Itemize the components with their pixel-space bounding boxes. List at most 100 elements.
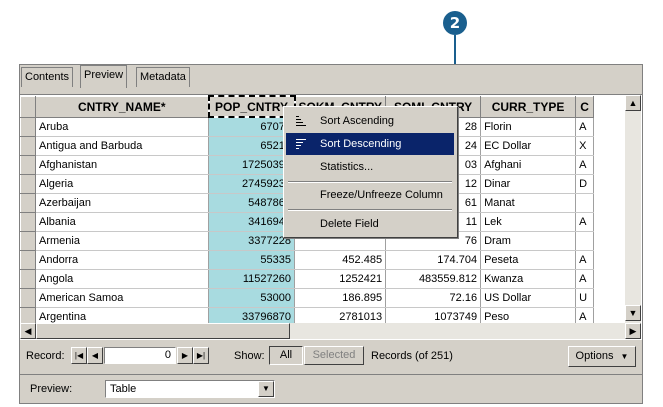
- horizontal-scrollbar[interactable]: ◀ ▶: [20, 323, 641, 339]
- record-label: Record:: [26, 350, 65, 362]
- row-selector[interactable]: [20, 174, 36, 194]
- cell-cntry-name[interactable]: American Samoa: [35, 288, 209, 308]
- cell-c[interactable]: [575, 231, 595, 251]
- cell-pop-cntry[interactable]: 53000: [208, 288, 295, 308]
- chevron-down-icon: ▼: [620, 352, 629, 361]
- column-header-pop-cntry[interactable]: POP_CNTRY: [207, 95, 296, 118]
- preview-select-value: Table: [110, 383, 137, 395]
- next-record-button[interactable]: ▶: [177, 347, 193, 364]
- cell-cntry-name[interactable]: Antigua and Barbuda: [35, 136, 209, 156]
- options-button[interactable]: Options ▼: [568, 346, 636, 367]
- cell-c[interactable]: U: [575, 288, 595, 308]
- menu-item-statistics[interactable]: Statistics...: [286, 156, 454, 178]
- row-selector[interactable]: [20, 116, 36, 137]
- cell-curr-type[interactable]: Afghani: [480, 155, 577, 175]
- cell-c[interactable]: A: [575, 269, 595, 289]
- cell-c[interactable]: A: [575, 155, 595, 175]
- corner-cell[interactable]: [20, 95, 36, 118]
- menu-item-freeze-column[interactable]: Freeze/Unfreeze Column: [286, 184, 454, 206]
- row-selector[interactable]: [20, 136, 36, 156]
- cell-cntry-name[interactable]: Andorra: [35, 250, 209, 270]
- show-all-button[interactable]: All: [269, 346, 303, 365]
- preview-select[interactable]: Table ▼: [105, 380, 275, 398]
- row-selector[interactable]: [20, 155, 36, 175]
- vertical-scrollbar[interactable]: ▲ ▼: [625, 95, 641, 323]
- show-selected-button[interactable]: Selected: [304, 346, 364, 365]
- cell-pop-cntry[interactable]: 65212: [208, 136, 295, 156]
- scroll-right-button[interactable]: ▶: [625, 323, 641, 339]
- cell-curr-type[interactable]: EC Dollar: [480, 136, 577, 156]
- cell-curr-type[interactable]: US Dollar: [480, 288, 577, 308]
- table-row[interactable]: Andorra 55335 452.485 174.704 Peseta A: [20, 250, 595, 270]
- cell-cntry-name[interactable]: Azerbaijan: [35, 193, 209, 213]
- cell-pop-cntry[interactable]: 11527260: [208, 269, 295, 289]
- menu-separator: [288, 181, 452, 183]
- cell-curr-type[interactable]: Peseta: [480, 250, 577, 270]
- scroll-left-button[interactable]: ◀: [20, 323, 36, 339]
- cell-cntry-name[interactable]: Albania: [35, 212, 209, 232]
- menu-item-label: Sort Descending: [320, 138, 402, 150]
- column-header-curr-type[interactable]: CURR_TYPE: [480, 95, 577, 118]
- cell-curr-type[interactable]: Dram: [480, 231, 577, 251]
- tab-preview[interactable]: Preview: [80, 65, 128, 88]
- menu-item-label: Sort Ascending: [320, 115, 394, 127]
- cell-sqmi-cntry[interactable]: 174.704: [385, 250, 482, 270]
- cell-curr-type[interactable]: Florin: [480, 117, 577, 137]
- cell-cntry-name[interactable]: Algeria: [35, 174, 209, 194]
- cell-sqkm-cntry[interactable]: 1252421: [294, 269, 387, 289]
- tab-contents[interactable]: Contents: [21, 67, 74, 87]
- first-record-button[interactable]: |◀: [71, 347, 87, 364]
- tab-metadata[interactable]: Metadata: [136, 67, 190, 87]
- cell-pop-cntry[interactable]: 3416945: [208, 212, 295, 232]
- cell-curr-type[interactable]: Dinar: [480, 174, 577, 194]
- cell-pop-cntry[interactable]: 55335: [208, 250, 295, 270]
- cell-sqmi-cntry[interactable]: 483559.812: [385, 269, 482, 289]
- horizontal-scroll-thumb[interactable]: [36, 323, 290, 339]
- cell-pop-cntry[interactable]: 27459230: [208, 174, 295, 194]
- cell-pop-cntry[interactable]: 5487866: [208, 193, 295, 213]
- cell-pop-cntry[interactable]: 17250390: [208, 155, 295, 175]
- menu-item-delete-field[interactable]: Delete Field: [286, 213, 454, 235]
- context-menu: Sort Ascending Sort Descending Statistic…: [283, 106, 458, 238]
- cell-c[interactable]: D: [575, 174, 595, 194]
- row-selector[interactable]: [20, 269, 36, 289]
- row-selector[interactable]: [20, 212, 36, 232]
- cell-curr-type[interactable]: Lek: [480, 212, 577, 232]
- cell-curr-type[interactable]: Manat: [480, 193, 577, 213]
- menu-separator: [288, 209, 452, 211]
- record-number-input[interactable]: 0: [104, 347, 176, 364]
- cell-sqmi-cntry[interactable]: 72.16: [385, 288, 482, 308]
- column-header-c[interactable]: C: [575, 95, 595, 118]
- cell-curr-type[interactable]: Kwanza: [480, 269, 577, 289]
- table-row[interactable]: American Samoa 53000 186.895 72.16 US Dollar…: [20, 288, 595, 308]
- cell-cntry-name[interactable]: Aruba: [35, 117, 209, 137]
- row-selector[interactable]: [20, 288, 36, 308]
- row-selector[interactable]: [20, 250, 36, 270]
- cell-cntry-name[interactable]: Afghanistan: [35, 155, 209, 175]
- cell-c[interactable]: A: [575, 212, 595, 232]
- row-selector[interactable]: [20, 231, 36, 251]
- scroll-up-button[interactable]: ▲: [625, 95, 641, 111]
- cell-cntry-name[interactable]: Armenia: [35, 231, 209, 251]
- preview-label: Preview:: [30, 383, 73, 395]
- previous-record-button[interactable]: ◀: [87, 347, 103, 364]
- last-record-button[interactable]: ▶|: [193, 347, 209, 364]
- chevron-down-icon[interactable]: ▼: [258, 381, 274, 397]
- cell-cntry-name[interactable]: Angola: [35, 269, 209, 289]
- cell-c[interactable]: [575, 193, 595, 213]
- cell-c[interactable]: X: [575, 136, 595, 156]
- menu-item-sort-ascending[interactable]: Sort Ascending: [286, 110, 454, 132]
- cell-sqkm-cntry[interactable]: 186.895: [294, 288, 387, 308]
- cell-c[interactable]: A: [575, 117, 595, 137]
- column-header-cntry-name[interactable]: CNTRY_NAME*: [35, 95, 209, 118]
- cell-pop-cntry[interactable]: 3377228: [208, 231, 295, 251]
- row-selector[interactable]: [20, 193, 36, 213]
- cell-c[interactable]: A: [575, 250, 595, 270]
- menu-item-sort-descending[interactable]: Sort Descending: [286, 133, 454, 155]
- cell-pop-cntry[interactable]: 67074: [208, 117, 295, 137]
- divider: [20, 374, 642, 375]
- cell-sqkm-cntry[interactable]: 452.485: [294, 250, 387, 270]
- scroll-down-button[interactable]: ▼: [625, 305, 641, 321]
- sort-descending-icon: [296, 139, 306, 149]
- table-row[interactable]: Angola 11527260 1252421 483559.812 Kwanza A: [20, 269, 595, 289]
